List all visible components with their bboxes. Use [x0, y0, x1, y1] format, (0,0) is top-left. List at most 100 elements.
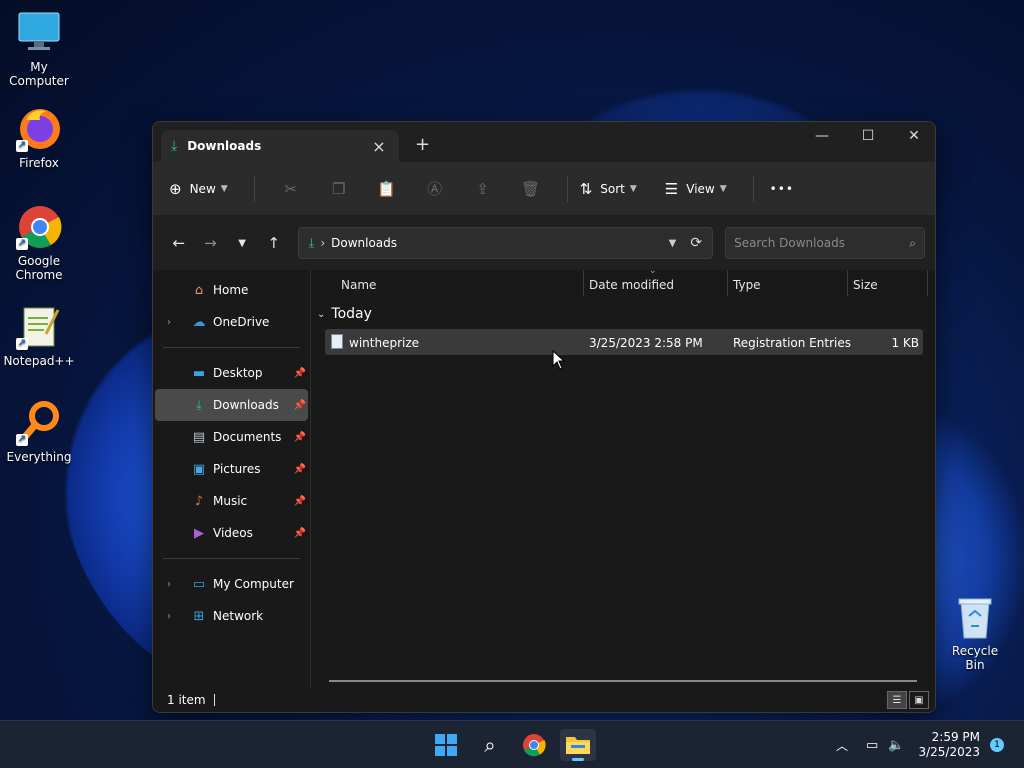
- column-header-type[interactable]: Type: [733, 278, 761, 292]
- close-window-button[interactable]: ✕: [891, 122, 935, 150]
- computer-icon: ▭: [192, 576, 206, 592]
- file-list-pane: Name ⌄ Date modified Type Size ⌄ Today w…: [311, 266, 935, 688]
- sort-button-label: Sort: [600, 181, 625, 196]
- notepadpp-icon: ↗: [16, 304, 62, 350]
- pin-icon[interactable]: 📌: [294, 432, 306, 443]
- tab-downloads[interactable]: ⤓ Downloads ×: [161, 130, 399, 162]
- pin-icon[interactable]: 📌: [294, 496, 306, 507]
- video-icon: ▶: [194, 525, 204, 541]
- sidebar-item-home[interactable]: ⌂ Home: [155, 274, 308, 306]
- cloud-icon: ☁: [192, 314, 206, 330]
- view-button[interactable]: ☰ View ▼: [665, 180, 727, 198]
- cut-icon[interactable]: ✂: [267, 180, 315, 198]
- more-options-button[interactable]: •••: [770, 182, 794, 196]
- search-button[interactable]: ⌕: [472, 729, 508, 761]
- paste-icon[interactable]: 📋: [363, 180, 411, 198]
- forward-button[interactable]: →: [195, 234, 227, 252]
- sidebar-item-pictures[interactable]: ▣ Pictures 📌: [155, 453, 308, 485]
- share-icon[interactable]: ⇪: [459, 180, 507, 198]
- column-divider[interactable]: [927, 270, 928, 296]
- desktop-icon-firefox[interactable]: ↗ Firefox: [0, 106, 78, 170]
- chevron-down-icon[interactable]: ▼: [669, 238, 677, 249]
- search-input[interactable]: [734, 236, 910, 250]
- sort-button[interactable]: ⇅ Sort ▼: [580, 180, 637, 198]
- rename-icon[interactable]: Ⓐ: [411, 178, 459, 199]
- column-divider[interactable]: [583, 270, 584, 296]
- sidebar-item-onedrive[interactable]: › ☁ OneDrive: [155, 306, 308, 338]
- chevron-right-icon[interactable]: ›: [167, 317, 189, 328]
- new-tab-button[interactable]: +: [415, 134, 430, 155]
- title-bar: ⤓ Downloads × + — ☐ ✕: [153, 122, 935, 162]
- sidebar-item-desktop[interactable]: ▬ Desktop 📌: [155, 357, 308, 389]
- breadcrumb-downloads[interactable]: Downloads: [331, 236, 669, 250]
- details-view-icon[interactable]: ☰: [887, 691, 907, 709]
- address-bar[interactable]: ⤓ › Downloads ▼ ⟳: [297, 227, 714, 259]
- chevron-right-icon[interactable]: ›: [167, 611, 189, 622]
- pin-icon[interactable]: 📌: [294, 464, 306, 475]
- list-view-icon: ☰: [664, 179, 679, 198]
- column-header-size[interactable]: Size: [853, 278, 878, 292]
- new-button[interactable]: ⊕ New ▼: [169, 180, 228, 198]
- desktop-icon-chrome[interactable]: ↗ Google Chrome: [0, 204, 78, 282]
- file-name: wintheprize: [349, 336, 420, 350]
- column-divider[interactable]: [727, 270, 728, 296]
- column-divider[interactable]: [847, 270, 848, 296]
- sidebar-item-my-computer[interactable]: › ▭ My Computer: [155, 568, 308, 600]
- notification-badge[interactable]: 1: [990, 738, 1004, 752]
- navigation-pane: ⌂ Home › ☁ OneDrive ▬ Desktop 📌 ⤓ Downlo…: [153, 270, 311, 688]
- column-header-date[interactable]: Date modified: [589, 278, 674, 292]
- desktop-icon-label: Everything: [6, 450, 72, 464]
- sort-indicator-icon: ⌄: [649, 266, 657, 276]
- table-row[interactable]: wintheprize 3/25/2023 2:58 PM Registrati…: [325, 329, 923, 355]
- pin-icon[interactable]: 📌: [294, 368, 306, 379]
- group-header-today[interactable]: ⌄ Today: [317, 306, 372, 322]
- status-bar: 1 item ☰ ▣: [153, 688, 935, 712]
- file-size: 1 KB: [891, 336, 919, 350]
- desktop-icon-my-computer[interactable]: My Computer: [0, 10, 78, 88]
- file-explorer-window: ⤓ Downloads × + — ☐ ✕ ⊕ New ▼ ✂ ❐ 📋 Ⓐ ⇪ …: [152, 121, 936, 713]
- horizontal-scrollbar[interactable]: [329, 680, 917, 682]
- music-icon: ♪: [194, 493, 204, 509]
- sidebar-item-label: My Computer: [213, 577, 294, 591]
- taskbar-file-explorer[interactable]: [560, 729, 596, 761]
- up-button[interactable]: ↑: [258, 234, 290, 252]
- toolbar-divider: [253, 175, 255, 202]
- registry-file-icon: [331, 334, 343, 349]
- maximize-button[interactable]: ☐: [845, 122, 891, 150]
- volume-icon[interactable]: 🔈: [888, 738, 904, 753]
- desktop-icon-label: Notepad++: [3, 354, 75, 368]
- refresh-icon[interactable]: ⟳: [690, 235, 702, 251]
- sidebar-item-label: OneDrive: [213, 315, 270, 329]
- sidebar-item-music[interactable]: ♪ Music 📌: [155, 485, 308, 517]
- chrome-icon: [523, 734, 546, 757]
- start-button[interactable]: [428, 729, 464, 761]
- tiles-view-icon[interactable]: ▣: [909, 691, 929, 709]
- desktop-icon-notepadpp[interactable]: ↗ Notepad++: [0, 304, 78, 368]
- minimize-button[interactable]: —: [799, 122, 845, 150]
- pin-icon[interactable]: 📌: [294, 528, 306, 539]
- desktop-icon-everything[interactable]: ↗ Everything: [0, 400, 78, 464]
- network-icon[interactable]: ▭: [866, 738, 878, 753]
- recent-locations-button[interactable]: ▼: [226, 238, 258, 249]
- copy-icon[interactable]: ❐: [315, 180, 363, 198]
- taskbar-chrome[interactable]: [516, 729, 552, 761]
- clock-time: 2:59 PM: [931, 730, 980, 744]
- chevron-right-icon[interactable]: ›: [167, 579, 189, 590]
- network-icon: ⊞: [193, 608, 205, 624]
- chrome-icon: ↗: [16, 204, 62, 250]
- sidebar-item-videos[interactable]: ▶ Videos 📌: [155, 517, 308, 549]
- chevron-up-icon[interactable]: ︿: [836, 737, 848, 754]
- desktop-icon-recycle-bin[interactable]: Recycle Bin: [944, 596, 1006, 672]
- sidebar-item-label: Downloads: [213, 398, 279, 412]
- column-header-name[interactable]: Name: [341, 278, 376, 292]
- sidebar-item-documents[interactable]: ▤ Documents 📌: [155, 421, 308, 453]
- search-box[interactable]: ⌕: [725, 227, 925, 259]
- delete-icon[interactable]: 🗑: [507, 180, 555, 198]
- clock[interactable]: 2:59 PM 3/25/2023: [918, 730, 980, 760]
- group-label: Today: [331, 306, 372, 322]
- close-tab-button[interactable]: ×: [369, 137, 389, 156]
- sidebar-item-downloads[interactable]: ⤓ Downloads 📌: [155, 389, 308, 421]
- sidebar-item-network[interactable]: › ⊞ Network: [155, 600, 308, 632]
- pin-icon[interactable]: 📌: [294, 400, 306, 411]
- back-button[interactable]: ←: [163, 234, 195, 252]
